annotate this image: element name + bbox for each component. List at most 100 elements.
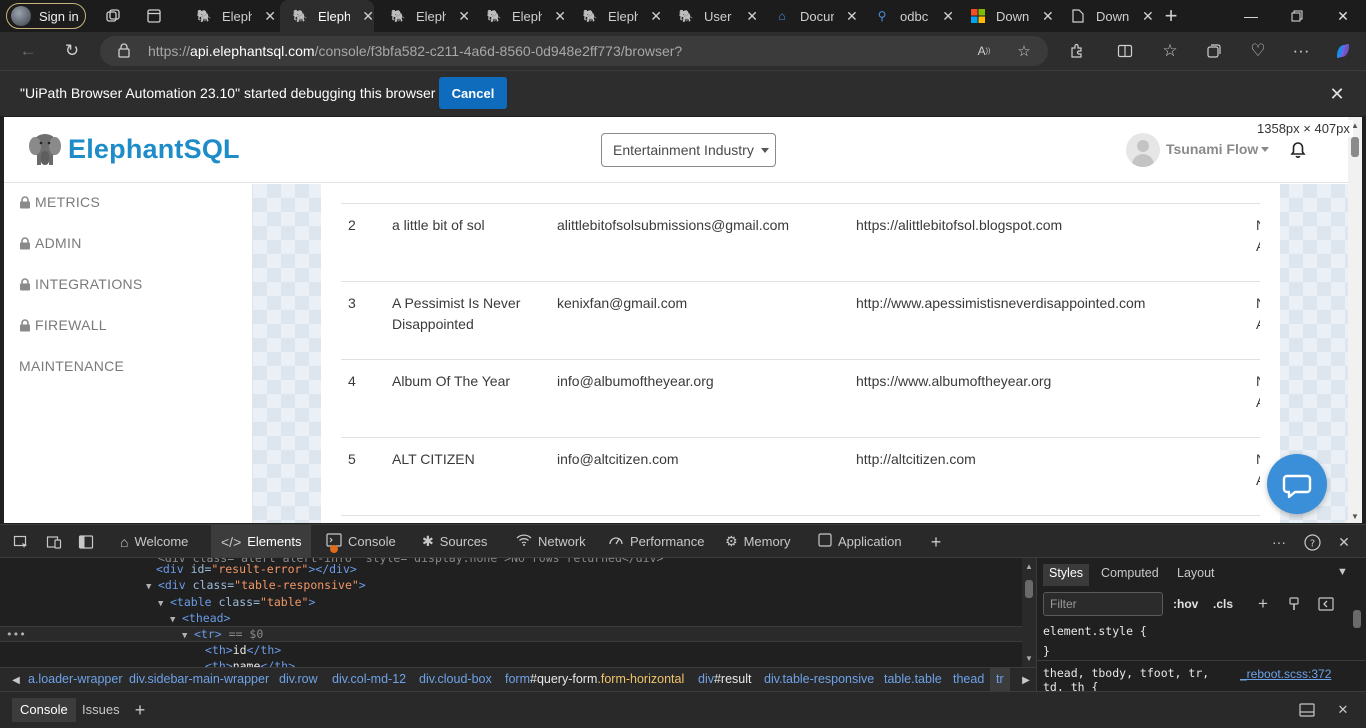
breadcrumb-item[interactable]: thead — [953, 672, 984, 686]
tab-computed[interactable]: Computed — [1095, 564, 1165, 586]
node-actions-ellipsis-icon[interactable]: ••• — [6, 628, 26, 641]
breadcrumb-item[interactable]: div.cloud-box — [419, 672, 492, 686]
read-aloud-icon[interactable]: A)) — [974, 41, 994, 61]
team-select-dropdown[interactable]: Entertainment Industry — [601, 133, 776, 167]
table-row[interactable] — [341, 515, 1260, 523]
bell-icon[interactable] — [1290, 141, 1306, 159]
browser-tab[interactable]: ⚲ odbc ✕ — [862, 0, 954, 32]
elephant-logo-icon[interactable] — [28, 131, 62, 167]
drawer-tab-console[interactable]: Console — [12, 698, 76, 722]
new-style-rule-icon[interactable]: + — [1255, 594, 1271, 613]
chat-launcher-button[interactable] — [1267, 454, 1327, 514]
tab-actions-icon[interactable] — [144, 6, 164, 26]
device-emulation-icon[interactable] — [45, 533, 63, 551]
split-screen-icon[interactable] — [1114, 40, 1136, 62]
workspaces-icon[interactable] — [103, 6, 123, 26]
brand-name[interactable]: ElephantSQL — [68, 134, 240, 165]
user-menu[interactable]: Tsunami Flow — [1166, 141, 1270, 157]
styles-filter-input[interactable]: Filter — [1043, 592, 1163, 616]
close-tab-icon[interactable]: ✕ — [1142, 8, 1154, 25]
close-tab-icon[interactable]: ✕ — [746, 8, 758, 25]
close-tab-icon[interactable]: ✕ — [264, 8, 276, 25]
drawer-add-tab-icon[interactable]: + — [131, 700, 149, 720]
close-tab-icon[interactable]: ✕ — [362, 8, 374, 25]
breadcrumb-item[interactable]: div#result — [698, 672, 752, 686]
address-bar[interactable]: https://api.elephantsql.com/console/f3bf… — [100, 36, 1048, 66]
close-drawer-icon[interactable]: ✕ — [1334, 701, 1352, 719]
settings-more-icon[interactable]: ··· — [1290, 40, 1312, 62]
dock-side-icon[interactable] — [77, 533, 95, 551]
browser-tab[interactable]: 🐘 Elephant ✕ — [474, 0, 566, 32]
devtools-tab-welcome[interactable]: ⌂ Welcome — [110, 525, 198, 558]
browser-tab[interactable]: 🐘 Elephant ✕ — [378, 0, 470, 32]
breadcrumb-scroll-right-icon[interactable]: ▶ — [1018, 672, 1034, 688]
close-tab-icon[interactable]: ✕ — [458, 8, 470, 25]
hover-state-toggle[interactable]: :hov — [1173, 597, 1198, 611]
cancel-debugging-button[interactable]: Cancel — [439, 77, 507, 109]
collections-icon[interactable] — [1203, 40, 1225, 62]
toggle-sidebar-icon[interactable] — [1318, 596, 1334, 612]
close-tab-icon[interactable]: ✕ — [846, 8, 858, 25]
devtools-tab-performance[interactable]: Performance — [598, 525, 714, 558]
breadcrumb-item[interactable]: form#query-form.form-horizontal — [505, 672, 684, 686]
breadcrumb-item[interactable]: a.loader-wrapper — [28, 672, 123, 686]
window-close-icon[interactable]: ✕ — [1320, 0, 1366, 32]
new-tab-icon[interactable]: + — [1161, 3, 1181, 28]
browser-tab[interactable]: Down ✕ — [958, 0, 1054, 32]
dom-node-line[interactable]: <th>name</th> — [205, 658, 295, 667]
user-avatar[interactable] — [1126, 133, 1160, 167]
close-tab-icon[interactable]: ✕ — [942, 8, 954, 25]
breadcrumb-item[interactable]: div.col-md-12 — [332, 672, 406, 686]
dom-node-line[interactable]: <div id="result-error"></div> — [156, 561, 357, 577]
scroll-down-icon[interactable]: ▼ — [1351, 512, 1359, 521]
chevron-down-icon[interactable]: ▼ — [1337, 566, 1348, 578]
close-tab-icon[interactable]: ✕ — [1042, 8, 1054, 25]
expand-triangle-icon[interactable]: ▼ — [158, 596, 170, 612]
breadcrumb-item[interactable]: div.sidebar-main-wrapper — [129, 672, 269, 686]
sidebar-item-admin[interactable]: ADMIN — [19, 235, 82, 251]
table-row[interactable]: 5 ALT CITIZEN info@altcitizen.com http:/… — [341, 437, 1260, 515]
scroll-down-icon[interactable]: ▼ — [1025, 654, 1033, 663]
browser-tab-active[interactable]: 🐘 Elephant ✕ — [280, 0, 374, 32]
dom-node-line[interactable]: ▼ <table class="table"> — [158, 594, 315, 610]
sidebar-item-firewall[interactable]: FIREWALL — [19, 317, 107, 333]
sign-in-button[interactable]: Sign in — [6, 3, 86, 29]
help-icon[interactable]: ? — [1303, 533, 1321, 551]
browser-tab[interactable]: 🐘 Elephant ✕ — [570, 0, 662, 32]
tab-styles[interactable]: Styles — [1043, 564, 1090, 586]
page-scrollbar[interactable]: ▲ ▼ — [1348, 117, 1362, 523]
dom-node-line[interactable]: <th>id</th> — [205, 642, 281, 658]
table-row[interactable]: 2 a little bit of sol alittlebitofsolsub… — [341, 203, 1260, 281]
selected-dom-node[interactable]: ▼ <tr> == $0 — [182, 626, 263, 642]
devtools-tab-network[interactable]: Network — [506, 525, 596, 558]
expand-triangle-icon[interactable]: ▼ — [182, 628, 194, 644]
sidebar-item-integrations[interactable]: INTEGRATIONS — [19, 276, 143, 292]
close-tab-icon[interactable]: ✕ — [650, 8, 662, 25]
element-state-paint-icon[interactable] — [1286, 596, 1302, 612]
table-row[interactable]: 3 A Pessimist Is Never Disappointed keni… — [341, 281, 1260, 359]
dom-node-line[interactable]: ▼ <thead> — [170, 610, 230, 626]
url-text[interactable]: https://api.elephantsql.com/console/f3bf… — [148, 43, 682, 59]
style-rule-selector[interactable]: thead, tbody, tfoot, tr, — [1043, 666, 1209, 680]
scrollbar-thumb[interactable] — [1351, 137, 1359, 157]
style-source-link[interactable]: _reboot.scss:372 — [1240, 667, 1331, 681]
more-tools-plus-icon[interactable]: + — [927, 532, 945, 552]
close-tab-icon[interactable]: ✕ — [554, 8, 566, 25]
sidebar-item-metrics[interactable]: METRICS — [19, 194, 100, 210]
customize-more-icon[interactable]: ··· — [1270, 533, 1288, 551]
copilot-icon[interactable] — [1332, 40, 1354, 62]
class-toggle[interactable]: .cls — [1213, 597, 1233, 611]
devtools-tab-memory[interactable]: ⚙ Memory — [715, 525, 801, 558]
back-icon[interactable]: ← — [17, 40, 39, 62]
devtools-tab-elements[interactable]: </> Elements — [211, 525, 312, 558]
extensions-icon[interactable] — [1066, 40, 1088, 62]
browser-tab[interactable]: Down ✕ — [1058, 0, 1154, 32]
drawer-tab-issues[interactable]: Issues — [74, 698, 128, 722]
browser-essentials-icon[interactable]: ♡ — [1247, 40, 1269, 62]
sidebar-item-maintenance[interactable]: MAINTENANCE — [19, 358, 124, 374]
restore-icon[interactable] — [1274, 0, 1320, 32]
favorites-icon[interactable]: ☆ — [1159, 40, 1181, 62]
devtools-tab-sources[interactable]: ✱ Sources — [412, 525, 497, 558]
breadcrumb-item[interactable]: table.table — [884, 672, 942, 686]
browser-tab[interactable]: ⌂ Docum ✕ — [762, 0, 858, 32]
